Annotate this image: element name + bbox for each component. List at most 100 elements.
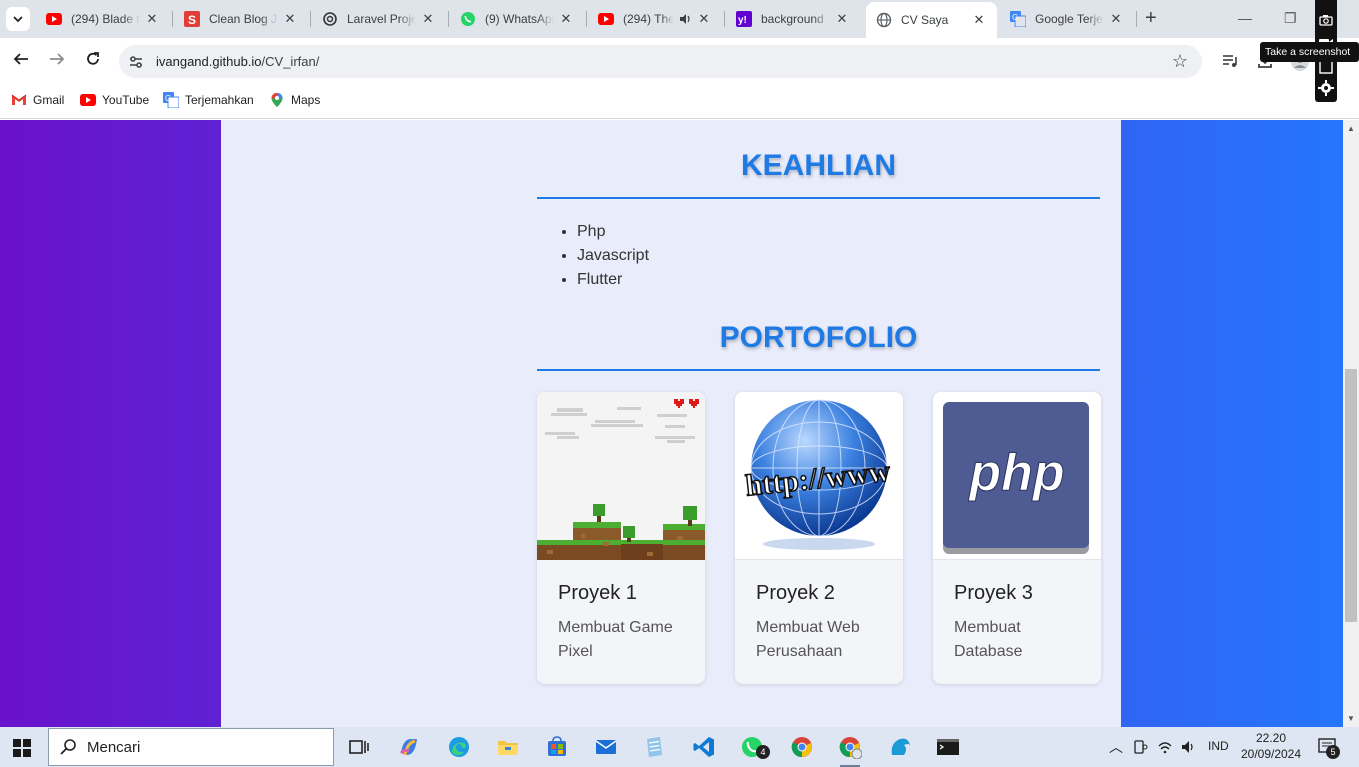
window-capture-icon[interactable] <box>1319 60 1333 74</box>
pixel-game-image <box>537 392 705 560</box>
skill-item: Flutter <box>577 268 649 292</box>
tab-4[interactable]: (294) The ✕ <box>588 4 722 34</box>
tab-0[interactable]: (294) Blade t ✕ <box>36 4 170 34</box>
gear-icon[interactable] <box>1318 80 1334 96</box>
volume-icon[interactable] <box>1180 739 1196 755</box>
scroll-down-arrow-icon[interactable]: ▼ <box>1347 714 1355 723</box>
device-icon[interactable] <box>1132 739 1148 755</box>
site-info-icon[interactable] <box>127 53 145 71</box>
project-description: Membuat Database <box>954 619 1023 660</box>
task-view-icon[interactable] <box>347 735 371 759</box>
tab-6-active[interactable]: CV Saya ✕ <box>866 2 997 38</box>
sticky-app-icon[interactable] <box>888 735 912 759</box>
microsoft-store-icon[interactable] <box>545 735 569 759</box>
camera-icon[interactable] <box>1319 14 1333 26</box>
whatsapp-taskbar[interactable]: 4 <box>740 735 770 759</box>
clock-time: 22.20 <box>1255 731 1287 745</box>
close-icon[interactable]: ✕ <box>420 11 436 27</box>
php-logo-image: php <box>933 392 1101 560</box>
svg-text:y!: y! <box>738 15 747 26</box>
wifi-icon[interactable] <box>1157 739 1173 755</box>
project-card-2[interactable]: http://www Proyek 2 Membuat Web Perusaha… <box>735 392 903 684</box>
tab-1[interactable]: S Clean Blog Jo ✕ <box>174 4 308 34</box>
clock-date: 20/09/2024 <box>1240 747 1302 761</box>
minimize-button[interactable]: — <box>1238 10 1252 26</box>
search-icon <box>60 739 76 755</box>
skills-list: Php Javascript Flutter <box>577 220 649 292</box>
close-icon[interactable]: ✕ <box>971 12 987 28</box>
tab-2[interactable]: Laravel Proje ✕ <box>312 4 446 34</box>
tab-title: (9) WhatsApp <box>485 12 554 26</box>
close-icon[interactable]: ✕ <box>696 11 712 27</box>
forward-button[interactable] <box>47 50 67 70</box>
bookmark-label: Terjemahkan <box>185 93 254 107</box>
taskbar-search[interactable]: Mencari <box>48 728 334 766</box>
system-clock[interactable]: 22.20 20/09/2024 <box>1236 730 1306 762</box>
bookmark-gmail[interactable]: Gmail <box>11 92 64 108</box>
tab-7[interactable]: G Google Terje ✕ <box>1000 4 1134 34</box>
edge-browser-icon[interactable] <box>447 735 471 759</box>
tab-title: background <box>761 12 824 26</box>
chrome-icon[interactable] <box>790 735 814 759</box>
tab-title: Laravel Proje <box>347 12 416 26</box>
page-viewport: KEAHLIAN Php Javascript Flutter PORTOFOL… <box>0 120 1343 727</box>
new-tab-button[interactable]: + <box>1145 8 1157 28</box>
windows-start-icon[interactable] <box>13 739 31 757</box>
reload-button[interactable] <box>83 50 103 70</box>
whatsapp-badge: 4 <box>756 745 770 759</box>
tab-strip: (294) Blade t ✕ S Clean Blog Jo ✕ Larave… <box>0 0 1359 38</box>
close-icon[interactable]: ✕ <box>282 11 298 27</box>
restore-button[interactable]: ❐ <box>1284 10 1297 27</box>
address-bar[interactable]: ivangand.github.io/CV_irfan/ ☆ <box>119 45 1202 78</box>
bookmark-youtube[interactable]: YouTube <box>80 92 149 108</box>
mail-icon[interactable] <box>594 735 618 759</box>
copilot-icon[interactable] <box>397 735 421 759</box>
close-icon[interactable]: ✕ <box>1108 11 1124 27</box>
media-controls-icon[interactable] <box>1221 52 1239 70</box>
chevron-down-icon <box>13 16 23 23</box>
project-description: Membuat Game Pixel <box>558 619 673 660</box>
notification-count-badge: 5 <box>1326 745 1340 759</box>
bookmark-maps[interactable]: Maps <box>269 92 320 108</box>
back-button[interactable] <box>11 50 31 70</box>
project-title: Proyek 1 <box>558 582 637 604</box>
close-icon[interactable]: ✕ <box>834 11 850 27</box>
bookmark-terjemahkan[interactable]: G Terjemahkan <box>163 92 254 108</box>
search-placeholder: Mencari <box>87 738 141 756</box>
google-translate-icon: G <box>1010 11 1026 27</box>
browser-toolbar: ivangand.github.io/CV_irfan/ ☆ <box>0 38 1359 85</box>
close-icon[interactable]: ✕ <box>558 11 574 27</box>
bookmarks-bar: Gmail YouTube G Terjemahkan Maps <box>0 85 1359 119</box>
svg-text:S: S <box>188 13 196 27</box>
language-indicator[interactable]: IND <box>1208 739 1229 753</box>
screenshot-tooltip: Take a screenshot <box>1260 42 1359 62</box>
tab-title: Google Terje <box>1035 12 1103 26</box>
google-translate-icon: G <box>163 92 179 108</box>
notepad-app-icon[interactable] <box>642 735 666 759</box>
close-icon[interactable]: ✕ <box>144 11 160 27</box>
notification-center[interactable]: 5 <box>1318 737 1340 762</box>
vscode-icon[interactable] <box>692 735 716 759</box>
skill-item: Javascript <box>577 244 649 268</box>
php-text: php <box>967 444 1064 502</box>
svg-text:G: G <box>165 94 171 103</box>
gmail-icon <box>11 92 27 108</box>
tab-5[interactable]: y! background ✕ <box>726 4 860 34</box>
project-card-1[interactable]: Proyek 1 Membuat Game Pixel <box>537 392 705 684</box>
page-scrollbar[interactable]: ▲ ▼ <box>1343 120 1359 727</box>
svg-text:G: G <box>1012 13 1018 22</box>
chrome-profile-taskbar[interactable] <box>838 735 863 767</box>
bookmark-star-icon[interactable]: ☆ <box>1172 51 1188 72</box>
speaker-icon[interactable] <box>678 12 692 26</box>
tab-title: (294) The <box>623 12 674 26</box>
scroll-up-arrow-icon[interactable]: ▲ <box>1347 124 1355 133</box>
tab-3[interactable]: (9) WhatsApp ✕ <box>450 4 584 34</box>
project-card-3[interactable]: php Proyek 3 Membuat Database <box>933 392 1101 684</box>
terminal-icon[interactable] <box>936 735 960 759</box>
tray-overflow-chevron-icon[interactable]: ︿ <box>1109 737 1123 757</box>
file-explorer-icon[interactable] <box>496 735 520 759</box>
tab-search-dropdown-button[interactable] <box>6 7 30 31</box>
url-text: ivangand.github.io/CV_irfan/ <box>156 54 319 69</box>
skills-heading: KEAHLIAN <box>741 149 896 182</box>
scrollbar-thumb[interactable] <box>1345 369 1357 622</box>
